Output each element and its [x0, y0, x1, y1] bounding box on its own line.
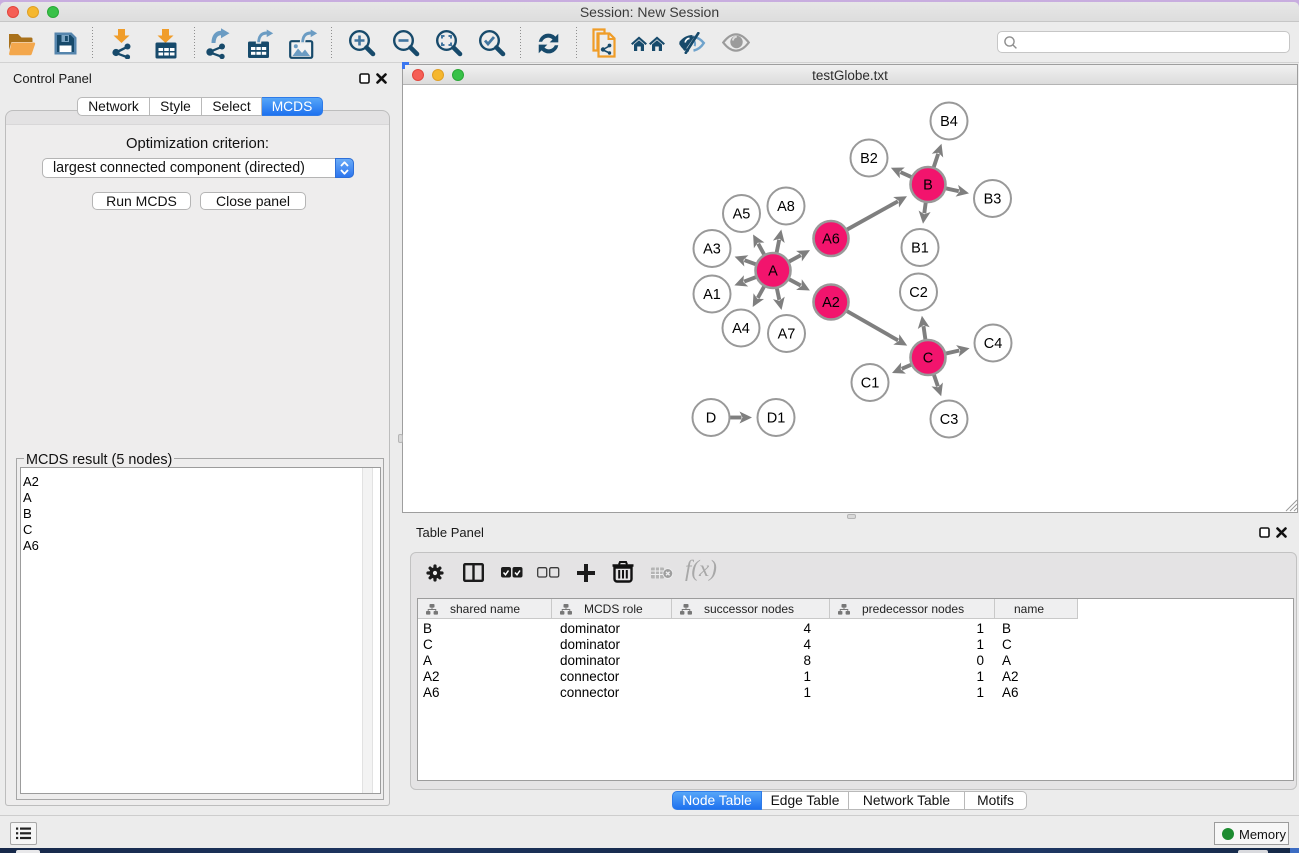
svg-text:B3: B3	[984, 192, 1002, 208]
svg-text:C3: C3	[940, 412, 959, 428]
svg-text:C2: C2	[909, 285, 928, 301]
svg-text:D: D	[706, 411, 716, 427]
svg-text:A7: A7	[778, 327, 796, 343]
svg-text:A2: A2	[822, 295, 840, 311]
svg-text:B4: B4	[940, 114, 958, 130]
svg-text:B1: B1	[911, 241, 929, 257]
svg-text:C4: C4	[984, 336, 1003, 352]
svg-text:C1: C1	[861, 376, 880, 392]
svg-text:B2: B2	[860, 151, 878, 167]
svg-text:A8: A8	[777, 199, 795, 215]
svg-text:A1: A1	[703, 287, 721, 303]
svg-text:D1: D1	[767, 411, 786, 427]
svg-text:A4: A4	[732, 321, 750, 337]
svg-text:A6: A6	[822, 232, 840, 248]
svg-text:A5: A5	[733, 207, 751, 223]
svg-text:C: C	[923, 351, 933, 367]
svg-text:B: B	[923, 178, 933, 194]
svg-text:A3: A3	[703, 242, 721, 258]
svg-text:A: A	[768, 264, 778, 280]
